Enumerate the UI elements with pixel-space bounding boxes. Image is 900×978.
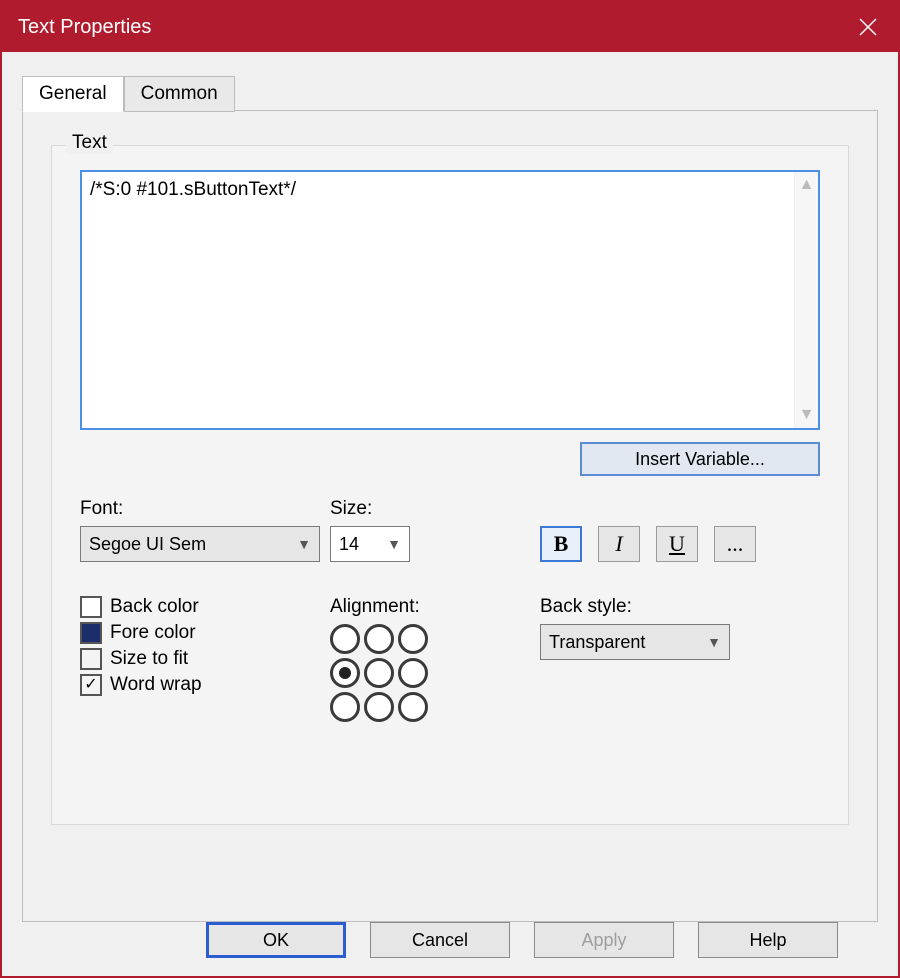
italic-button[interactable]: I bbox=[598, 526, 640, 562]
back-color-label: Back color bbox=[110, 596, 199, 618]
scrollbar-vertical[interactable]: ▲ ▼ bbox=[794, 172, 818, 428]
client-area: General Common Text ▲ ▼ Insert Variable.… bbox=[2, 52, 898, 976]
scroll-up-icon: ▲ bbox=[799, 176, 815, 194]
more-style-button[interactable]: ... bbox=[714, 526, 756, 562]
fore-color-swatch[interactable] bbox=[80, 622, 102, 644]
dialog-footer: OK Cancel Apply Help bbox=[22, 922, 878, 958]
align-top-center[interactable] bbox=[364, 624, 394, 654]
back-color-swatch[interactable] bbox=[80, 596, 102, 618]
word-wrap-checkbox[interactable]: ✓ bbox=[80, 674, 102, 696]
back-style-combo[interactable]: Transparent ▼ bbox=[540, 624, 730, 660]
size-to-fit-label: Size to fit bbox=[110, 648, 188, 670]
chevron-down-icon: ▼ bbox=[707, 634, 721, 650]
align-middle-left[interactable] bbox=[330, 658, 360, 688]
chevron-down-icon: ▼ bbox=[297, 536, 311, 552]
alignment-grid bbox=[330, 624, 530, 722]
back-style-value: Transparent bbox=[549, 632, 645, 653]
text-area-wrap: ▲ ▼ bbox=[80, 170, 820, 430]
close-icon bbox=[859, 18, 877, 36]
align-bottom-left[interactable] bbox=[330, 692, 360, 722]
back-style-label: Back style: bbox=[540, 596, 820, 618]
tabstrip: General Common bbox=[22, 76, 878, 112]
window-title: Text Properties bbox=[18, 16, 838, 39]
font-combo[interactable]: Segoe UI Sem ▼ bbox=[80, 526, 320, 562]
bold-button[interactable]: B bbox=[540, 526, 582, 562]
dialog-window: Text Properties General Common Text ▲ ▼ bbox=[0, 0, 900, 978]
align-top-left[interactable] bbox=[330, 624, 360, 654]
cancel-button[interactable]: Cancel bbox=[370, 922, 510, 958]
close-button[interactable] bbox=[838, 2, 898, 52]
font-label: Font: bbox=[80, 498, 320, 520]
size-combo[interactable]: 14 ▼ bbox=[330, 526, 410, 562]
size-label: Size: bbox=[330, 498, 530, 520]
alignment-label: Alignment: bbox=[330, 596, 530, 618]
size-to-fit-checkbox[interactable] bbox=[80, 648, 102, 670]
ok-button[interactable]: OK bbox=[206, 922, 346, 958]
insert-variable-button[interactable]: Insert Variable... bbox=[580, 442, 820, 476]
options-list: Back color Fore color Size to fit ✓ bbox=[80, 596, 320, 700]
scroll-down-icon: ▼ bbox=[799, 406, 815, 424]
align-middle-center[interactable] bbox=[364, 658, 394, 688]
tab-general[interactable]: General bbox=[22, 76, 124, 112]
word-wrap-label: Word wrap bbox=[110, 674, 202, 696]
chevron-down-icon: ▼ bbox=[387, 536, 401, 552]
font-value: Segoe UI Sem bbox=[89, 534, 206, 555]
align-bottom-right[interactable] bbox=[398, 692, 428, 722]
tab-common[interactable]: Common bbox=[124, 76, 235, 112]
text-groupbox: Text ▲ ▼ Insert Variable... Font: S bbox=[51, 145, 849, 825]
apply-button[interactable]: Apply bbox=[534, 922, 674, 958]
align-top-right[interactable] bbox=[398, 624, 428, 654]
align-bottom-center[interactable] bbox=[364, 692, 394, 722]
titlebar: Text Properties bbox=[2, 2, 898, 52]
align-middle-right[interactable] bbox=[398, 658, 428, 688]
underline-button[interactable]: U bbox=[656, 526, 698, 562]
text-legend: Text bbox=[66, 132, 113, 154]
fore-color-label: Fore color bbox=[110, 622, 196, 644]
size-value: 14 bbox=[339, 534, 359, 555]
text-content-input[interactable] bbox=[82, 172, 794, 428]
help-button[interactable]: Help bbox=[698, 922, 838, 958]
tab-page-general: Text ▲ ▼ Insert Variable... Font: S bbox=[22, 110, 878, 922]
